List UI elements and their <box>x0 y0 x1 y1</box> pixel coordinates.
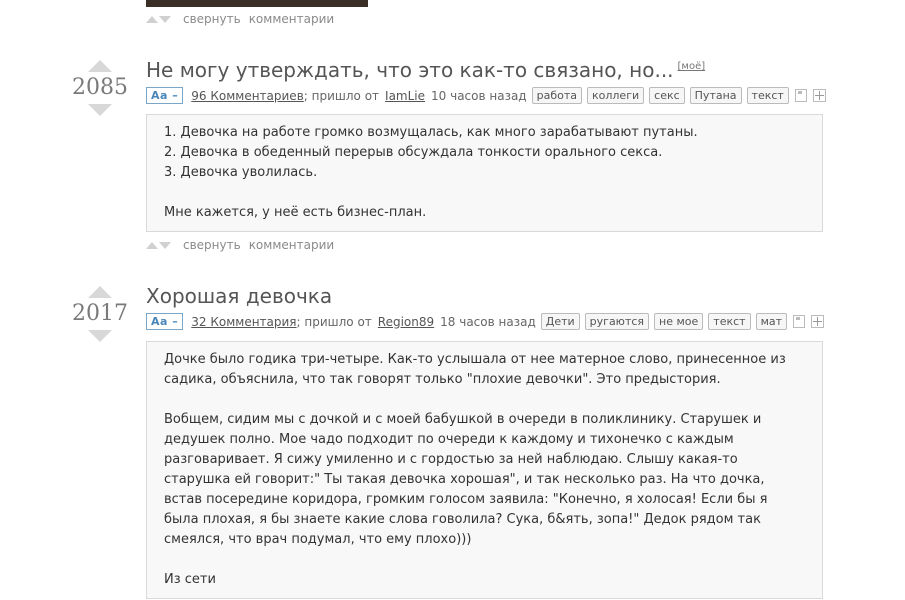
tag[interactable]: работа <box>531 87 582 104</box>
post1-mine-label[interactable]: [моё] <box>678 61 706 72</box>
save-icon[interactable] <box>794 89 807 102</box>
post1-title-row: Не могу утверждать, что это как-то связа… <box>146 58 705 82</box>
post1-from-text: ; пришло от <box>303 88 380 103</box>
post1-author[interactable]: IamLie <box>385 89 425 103</box>
post2-time: 18 часов назад <box>440 314 536 329</box>
mini-downvote-icon[interactable] <box>159 15 171 23</box>
tag[interactable]: секс <box>649 87 685 104</box>
post2-rating: 2017 <box>70 286 130 342</box>
post1-time: 10 часов назад <box>431 88 527 103</box>
post2-from-text: ; пришло от <box>296 314 372 329</box>
post2-score: 2017 <box>72 301 128 326</box>
post2-body: Дочке было годика три-четыре. Как-то усл… <box>146 341 823 599</box>
tag[interactable]: коллеги <box>587 87 645 104</box>
mini-upvote-icon[interactable] <box>146 15 158 23</box>
downvote-icon[interactable] <box>88 330 112 342</box>
tag[interactable]: ругаются <box>584 313 650 330</box>
post1-rating: 2085 <box>70 60 130 116</box>
upvote-icon[interactable] <box>88 286 112 298</box>
post1-score: 2085 <box>72 75 128 100</box>
post2-comments-count[interactable]: 32 Комментария <box>191 315 296 329</box>
post2-paragraph: Дочке было годика три-четыре. Как-то усл… <box>164 352 786 387</box>
mini-vote <box>146 241 171 249</box>
comments-link[interactable]: комментарии <box>249 238 334 252</box>
tag[interactable]: мат <box>755 313 788 330</box>
post1-line: 1. Девочка на работе громко возмущалась,… <box>164 125 698 140</box>
tag[interactable]: текст <box>708 313 751 330</box>
expand-icon[interactable] <box>812 89 826 102</box>
mini-downvote-icon[interactable] <box>159 241 171 249</box>
comments-link[interactable]: комментарии <box>249 12 334 26</box>
mini-upvote-icon[interactable] <box>146 241 158 249</box>
post1-title[interactable]: Не могу утверждать, что это как-то связа… <box>146 58 674 82</box>
post2-paragraph: Вобщем, сидим мы с дочкой и с моей бабуш… <box>164 412 768 547</box>
downvote-icon[interactable] <box>88 104 112 116</box>
post1-ending: Мне кажется, у неё есть бизнес-план. <box>164 205 427 220</box>
post2-title[interactable]: Хорошая девочка <box>146 284 332 308</box>
post1-line: 2. Девочка в обеденный перерыв обсуждала… <box>164 145 663 160</box>
tag[interactable]: не мое <box>654 313 704 330</box>
post1-comments-count[interactable]: 96 Комментариев <box>191 89 304 103</box>
post1-actions: свернуть комментарии <box>146 238 334 252</box>
post2-meta: Aa – 32 Комментария ; пришло от Region89… <box>146 313 825 330</box>
previous-post-actions: свернуть комментарии <box>146 12 334 26</box>
post1-line: 3. Девочка уволилась. <box>164 165 318 180</box>
post2-title-row: Хорошая девочка <box>146 284 332 308</box>
collapse-link[interactable]: свернуть <box>183 12 241 26</box>
tag[interactable]: Путана <box>689 87 742 104</box>
previous-post-image <box>146 0 368 7</box>
font-size-toggle[interactable]: Aa – <box>146 313 184 330</box>
upvote-icon[interactable] <box>88 60 112 72</box>
post1-body: 1. Девочка на работе громко возмущалась,… <box>146 114 823 232</box>
post2-source: Из сети <box>164 572 216 587</box>
mini-vote <box>146 15 171 23</box>
post1-meta: Aa – 96 Комментариев ; пришло от IamLie … <box>146 87 826 104</box>
tag[interactable]: текст <box>746 87 789 104</box>
expand-icon[interactable] <box>811 315 825 328</box>
save-icon[interactable] <box>793 315 806 328</box>
font-size-toggle[interactable]: Aa – <box>146 87 184 104</box>
post2-author[interactable]: Region89 <box>378 315 434 329</box>
collapse-link[interactable]: свернуть <box>183 238 241 252</box>
tag[interactable]: Дети <box>540 313 580 330</box>
